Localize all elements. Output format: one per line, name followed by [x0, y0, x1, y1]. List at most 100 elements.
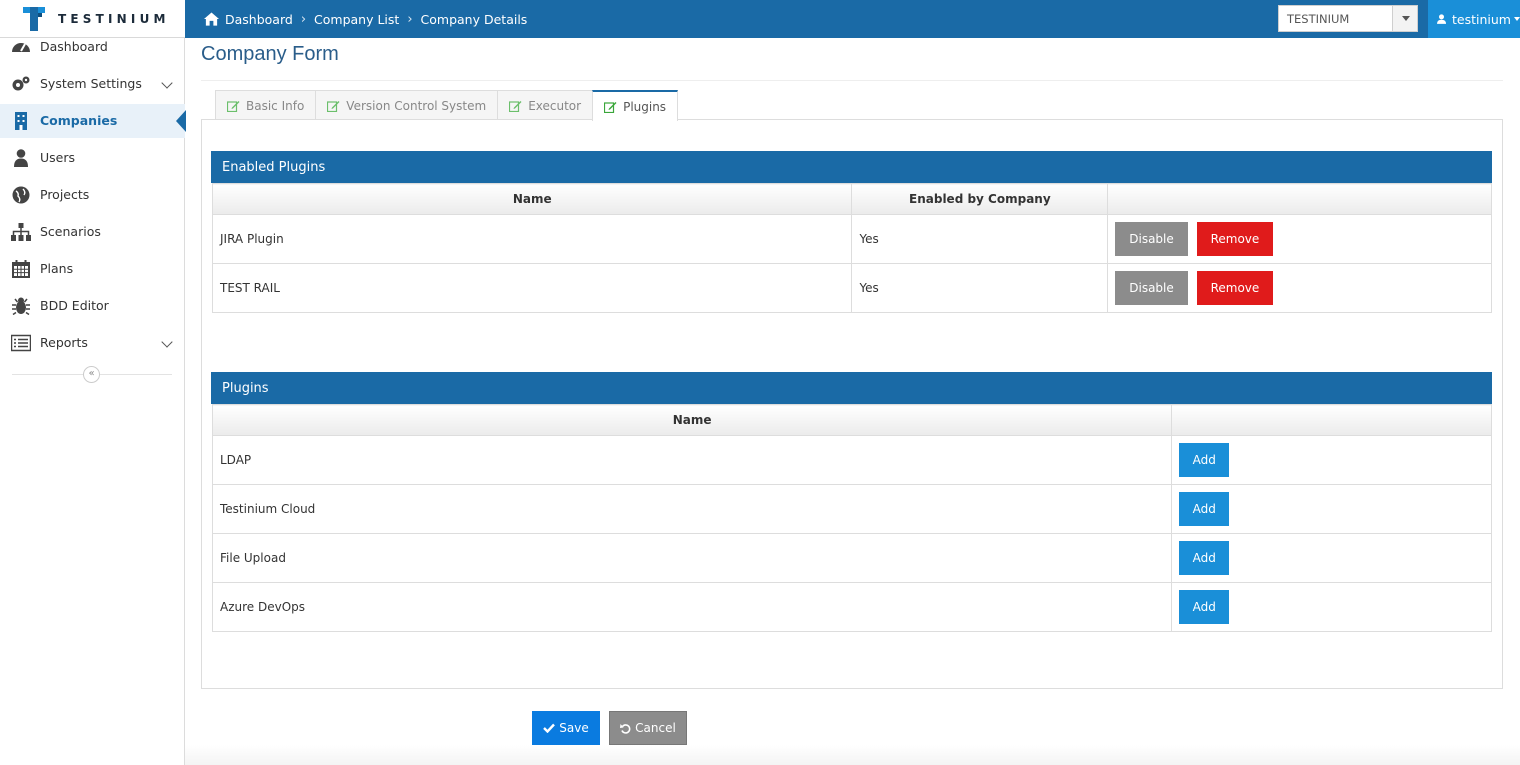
- top-bar: TESTINIUM Dashboard › Company List › Com…: [0, 0, 1520, 38]
- sidebar-item-label: Users: [40, 150, 76, 165]
- row-actions: Add: [1171, 533, 1492, 583]
- page-title: Company Form: [201, 43, 339, 65]
- breadcrumb-separator: ›: [300, 11, 307, 27]
- form-tabs: Basic Info Version Control System Execut…: [215, 90, 679, 121]
- disable-button[interactable]: Disable: [1115, 271, 1188, 305]
- sitemap-icon: [11, 223, 31, 241]
- edit-icon: [604, 101, 617, 113]
- company-select[interactable]: TESTINIUM: [1278, 5, 1418, 32]
- breadcrumb: Dashboard › Company List › Company Detai…: [204, 0, 527, 38]
- breadcrumb-company-details: Company Details: [420, 11, 528, 27]
- table-row: Azure DevOps Add: [211, 582, 1492, 632]
- table-row: TEST RAIL Yes Disable Remove: [211, 263, 1492, 313]
- chevron-down-icon: [161, 336, 173, 348]
- chevron-down-icon: [161, 77, 173, 89]
- save-button[interactable]: Save: [532, 711, 600, 745]
- collapse-sidebar-icon[interactable]: «: [83, 366, 100, 383]
- tab-label: Plugins: [623, 99, 667, 114]
- dashboard-icon: [12, 43, 30, 52]
- table-row: LDAP Add: [211, 435, 1492, 485]
- column-header-actions: [1107, 183, 1492, 215]
- undo-icon: [620, 723, 631, 734]
- bug-icon: [12, 297, 30, 315]
- home-icon: [204, 12, 219, 26]
- logo-text: TESTINIUM: [58, 12, 170, 26]
- gears-icon: [12, 76, 30, 91]
- enabled-value: Yes: [851, 263, 1109, 313]
- tab-label: Executor: [528, 98, 582, 113]
- sidebar-item-scenarios[interactable]: Scenarios: [0, 215, 185, 249]
- company-select-value: TESTINIUM: [1287, 12, 1350, 26]
- row-actions: Add: [1171, 582, 1492, 632]
- edit-icon: [227, 100, 240, 112]
- row-actions: Add: [1171, 435, 1492, 485]
- remove-button[interactable]: Remove: [1196, 222, 1274, 256]
- chevron-down-icon[interactable]: [1392, 6, 1417, 31]
- remove-button[interactable]: Remove: [1196, 271, 1274, 305]
- tab-label: Basic Info: [246, 98, 305, 113]
- row-actions: Disable Remove: [1107, 263, 1492, 313]
- edit-icon: [509, 100, 522, 112]
- add-plugin-button[interactable]: Add: [1179, 541, 1230, 575]
- sidebar-item-users[interactable]: Users: [0, 141, 185, 175]
- plugin-name: File Upload: [211, 533, 1173, 583]
- tab-plugins[interactable]: Plugins: [592, 90, 679, 121]
- table-row: File Upload Add: [211, 533, 1492, 583]
- add-plugin-button[interactable]: Add: [1179, 590, 1230, 624]
- sidebar-item-label: Projects: [40, 187, 90, 202]
- table-row: JIRA Plugin Yes Disable Remove: [211, 214, 1492, 264]
- enabled-value: Yes: [851, 214, 1109, 264]
- user-icon: [1437, 14, 1447, 24]
- sidebar-item-projects[interactable]: Projects: [0, 178, 185, 212]
- sidebar-item-label: Companies: [40, 113, 118, 128]
- plugin-name: Azure DevOps: [211, 582, 1173, 632]
- sidebar-item-label: System Settings: [40, 76, 142, 91]
- plugins-table: Name LDAP Add Testinium Cloud Add File U…: [211, 404, 1492, 632]
- enabled-plugins-table: Name Enabled by Company JIRA Plugin Yes …: [211, 183, 1492, 313]
- list-icon: [11, 334, 31, 352]
- sidebar-item-dashboard[interactable]: Dashboard: [0, 30, 185, 64]
- breadcrumb-separator: ›: [407, 11, 413, 27]
- plugin-name: TEST RAIL: [211, 263, 853, 313]
- breadcrumb-company-list[interactable]: Company List: [314, 12, 399, 27]
- sidebar-item-label: Reports: [40, 335, 88, 350]
- user-name: testinium: [1452, 11, 1511, 27]
- tab-version-control-system[interactable]: Version Control System: [315, 90, 499, 120]
- sidebar-item-bdd-editor[interactable]: BDD Editor: [0, 289, 185, 323]
- plugin-name: LDAP: [211, 435, 1173, 485]
- table-row: Testinium Cloud Add: [211, 484, 1492, 534]
- column-header-name: Name: [211, 183, 853, 215]
- add-plugin-button[interactable]: Add: [1179, 492, 1230, 526]
- add-plugin-button[interactable]: Add: [1179, 443, 1230, 477]
- caret-down-icon: [1514, 17, 1520, 21]
- sidebar-item-plans[interactable]: Plans: [0, 252, 185, 286]
- calendar-icon: [12, 260, 30, 278]
- cancel-button[interactable]: Cancel: [609, 711, 687, 745]
- sidebar-item-label: Dashboard: [40, 39, 108, 54]
- plugins-header: Plugins: [211, 372, 1492, 404]
- plugin-name: JIRA Plugin: [211, 214, 853, 264]
- user-icon: [14, 149, 28, 167]
- check-icon: [543, 723, 556, 733]
- tab-basic-info[interactable]: Basic Info: [215, 90, 317, 120]
- globe-icon: [12, 186, 30, 204]
- sidebar-item-companies[interactable]: Companies: [0, 104, 186, 138]
- user-menu[interactable]: testinium: [1428, 0, 1520, 38]
- column-header-enabled-by-company: Enabled by Company: [851, 183, 1109, 215]
- tab-label: Version Control System: [346, 98, 487, 113]
- building-icon: [15, 112, 27, 130]
- sidebar-item-reports[interactable]: Reports: [0, 326, 185, 360]
- edit-icon: [327, 100, 340, 112]
- sidebar-item-system-settings[interactable]: System Settings: [0, 67, 185, 101]
- footer-shade: [185, 745, 1520, 765]
- sidebar-item-label: BDD Editor: [40, 298, 109, 313]
- disable-button[interactable]: Disable: [1115, 222, 1188, 256]
- sidebar-item-label: Plans: [40, 261, 74, 276]
- enabled-plugins-header: Enabled Plugins: [211, 151, 1492, 183]
- row-actions: Disable Remove: [1107, 214, 1492, 264]
- tab-executor[interactable]: Executor: [497, 90, 594, 120]
- breadcrumb-dashboard[interactable]: Dashboard: [225, 12, 293, 27]
- save-label: Save: [559, 721, 589, 735]
- row-actions: Add: [1171, 484, 1492, 534]
- column-header-actions: [1171, 404, 1492, 436]
